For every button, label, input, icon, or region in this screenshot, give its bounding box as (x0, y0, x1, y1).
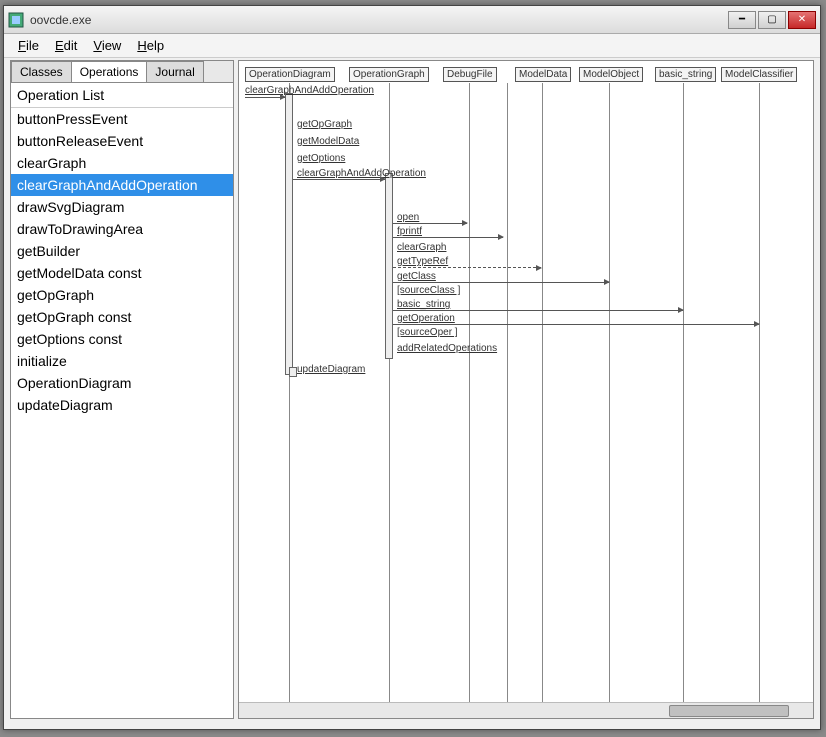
message-label: fprintf (397, 226, 422, 237)
menu-help[interactable]: Help (129, 36, 172, 55)
message-arrow (393, 223, 467, 224)
maximize-button[interactable]: ▢ (758, 11, 786, 29)
window-title: oovcde.exe (30, 13, 728, 27)
list-item[interactable]: buttonReleaseEvent (11, 130, 233, 152)
list-item[interactable]: OperationDiagram (11, 372, 233, 394)
scrollbar-thumb[interactable] (669, 705, 789, 717)
message-label: clearGraphAndAddOperation (297, 168, 426, 179)
app-icon (8, 12, 24, 28)
object-box[interactable]: ModelClassifier (721, 67, 797, 82)
message-arrow (393, 267, 541, 268)
lifeline (469, 83, 470, 719)
object-box[interactable]: ModelObject (579, 67, 643, 82)
message-arrow (393, 282, 609, 283)
message-arrow (393, 237, 503, 238)
message-label: getModelData (297, 136, 359, 147)
titlebar[interactable]: oovcde.exe ━ ▢ ✕ (4, 6, 820, 34)
lifeline (759, 83, 760, 719)
message-label: getOptions (297, 153, 345, 164)
message-label: updateDiagram (297, 364, 365, 375)
tab-classes[interactable]: Classes (11, 61, 72, 82)
message-label: basic_string (397, 299, 450, 310)
list-item[interactable]: getOpGraph const (11, 306, 233, 328)
list-item[interactable]: initialize (11, 350, 233, 372)
message-arrow (293, 179, 385, 180)
list-item[interactable]: getBuilder (11, 240, 233, 262)
message-arrow (393, 310, 683, 311)
message-label: [sourceOper ] (397, 327, 458, 338)
list-header: Operation List (11, 83, 233, 108)
list-item[interactable]: clearGraphAndAddOperation (11, 174, 233, 196)
message-label: clearGraph (397, 242, 446, 253)
object-box[interactable]: DebugFile (443, 67, 497, 82)
message-label: open (397, 212, 419, 223)
main-window: oovcde.exe ━ ▢ ✕ File Edit View Help Cla… (3, 5, 821, 730)
message-label: [sourceClass ] (397, 285, 460, 296)
tabs: Classes Operations Journal (11, 61, 233, 83)
list-item[interactable]: getOpGraph (11, 284, 233, 306)
tab-operations[interactable]: Operations (71, 61, 148, 82)
sequence-diagram: OperationDiagram OperationGraph DebugFil… (239, 61, 813, 718)
object-box[interactable]: ModelData (515, 67, 571, 82)
lifeline (542, 83, 543, 719)
tab-journal[interactable]: Journal (146, 61, 203, 82)
object-box[interactable]: basic_string (655, 67, 716, 82)
message-label: getClass (397, 271, 436, 282)
lifeline (683, 83, 684, 719)
list-item[interactable]: clearGraph (11, 152, 233, 174)
activation (385, 173, 393, 359)
menu-edit[interactable]: Edit (47, 36, 85, 55)
diagram-panel[interactable]: OperationDiagram OperationGraph DebugFil… (238, 60, 814, 719)
object-box[interactable]: OperationGraph (349, 67, 429, 82)
lifeline (609, 83, 610, 719)
menu-view[interactable]: View (85, 36, 129, 55)
list-item[interactable]: drawToDrawingArea (11, 218, 233, 240)
object-box[interactable]: OperationDiagram (245, 67, 335, 82)
message-label: getTypeRef (397, 256, 448, 267)
menubar: File Edit View Help (4, 34, 820, 58)
list-item[interactable]: updateDiagram (11, 394, 233, 416)
list-item[interactable]: buttonPressEvent (11, 108, 233, 130)
content-area: Classes Operations Journal Operation Lis… (4, 58, 820, 725)
operation-list[interactable]: buttonPressEvent buttonReleaseEvent clea… (11, 108, 233, 718)
message-label: getOpGraph (297, 119, 352, 130)
horizontal-scrollbar[interactable] (239, 702, 813, 718)
close-button[interactable]: ✕ (788, 11, 816, 29)
list-item[interactable]: getOptions const (11, 328, 233, 350)
message-label: getOperation (397, 313, 455, 324)
message-arrow (245, 97, 285, 98)
left-panel: Classes Operations Journal Operation Lis… (10, 60, 234, 719)
message-arrow (393, 324, 759, 325)
message-label: clearGraphAndAddOperation (245, 85, 374, 96)
activation (289, 367, 297, 377)
activation (285, 93, 293, 375)
lifeline (507, 83, 508, 719)
minimize-button[interactable]: ━ (728, 11, 756, 29)
list-item[interactable]: drawSvgDiagram (11, 196, 233, 218)
list-item[interactable]: getModelData const (11, 262, 233, 284)
menu-file[interactable]: File (10, 36, 47, 55)
message-label: addRelatedOperations (397, 343, 497, 354)
